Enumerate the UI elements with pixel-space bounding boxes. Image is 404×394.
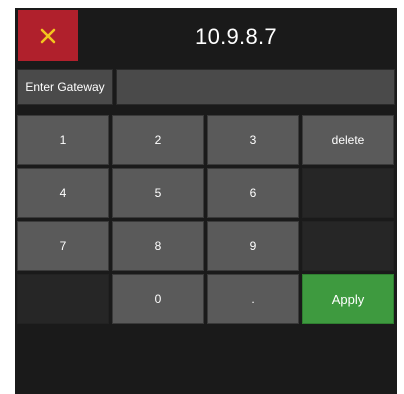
x-icon xyxy=(40,28,56,44)
key-dot[interactable]: . xyxy=(207,274,299,324)
blank-key xyxy=(302,221,394,271)
blank-key xyxy=(17,274,109,324)
apply-button[interactable]: Apply xyxy=(302,274,394,324)
key-4[interactable]: 4 xyxy=(17,168,109,218)
delete-button[interactable]: delete xyxy=(302,115,394,165)
key-2[interactable]: 2 xyxy=(112,115,204,165)
key-5[interactable]: 5 xyxy=(112,168,204,218)
blank-key xyxy=(302,168,394,218)
gateway-label: Enter Gateway xyxy=(17,69,113,105)
gateway-row: Enter Gateway xyxy=(17,69,395,105)
numeric-keypad: 1 2 3 delete 4 5 6 7 8 9 0 . Apply xyxy=(17,115,395,324)
ip-address-title: 10.9.8.7 xyxy=(195,24,277,49)
key-3[interactable]: 3 xyxy=(207,115,299,165)
key-1[interactable]: 1 xyxy=(17,115,109,165)
key-7[interactable]: 7 xyxy=(17,221,109,271)
header-bar: 10.9.8.7 xyxy=(15,8,397,64)
gateway-input[interactable] xyxy=(116,69,395,105)
key-0[interactable]: 0 xyxy=(112,274,204,324)
close-button[interactable] xyxy=(18,10,78,61)
key-8[interactable]: 8 xyxy=(112,221,204,271)
key-9[interactable]: 9 xyxy=(207,221,299,271)
gateway-entry-panel: 10.9.8.7 Enter Gateway 1 2 3 delete 4 5 … xyxy=(15,8,397,394)
key-6[interactable]: 6 xyxy=(207,168,299,218)
